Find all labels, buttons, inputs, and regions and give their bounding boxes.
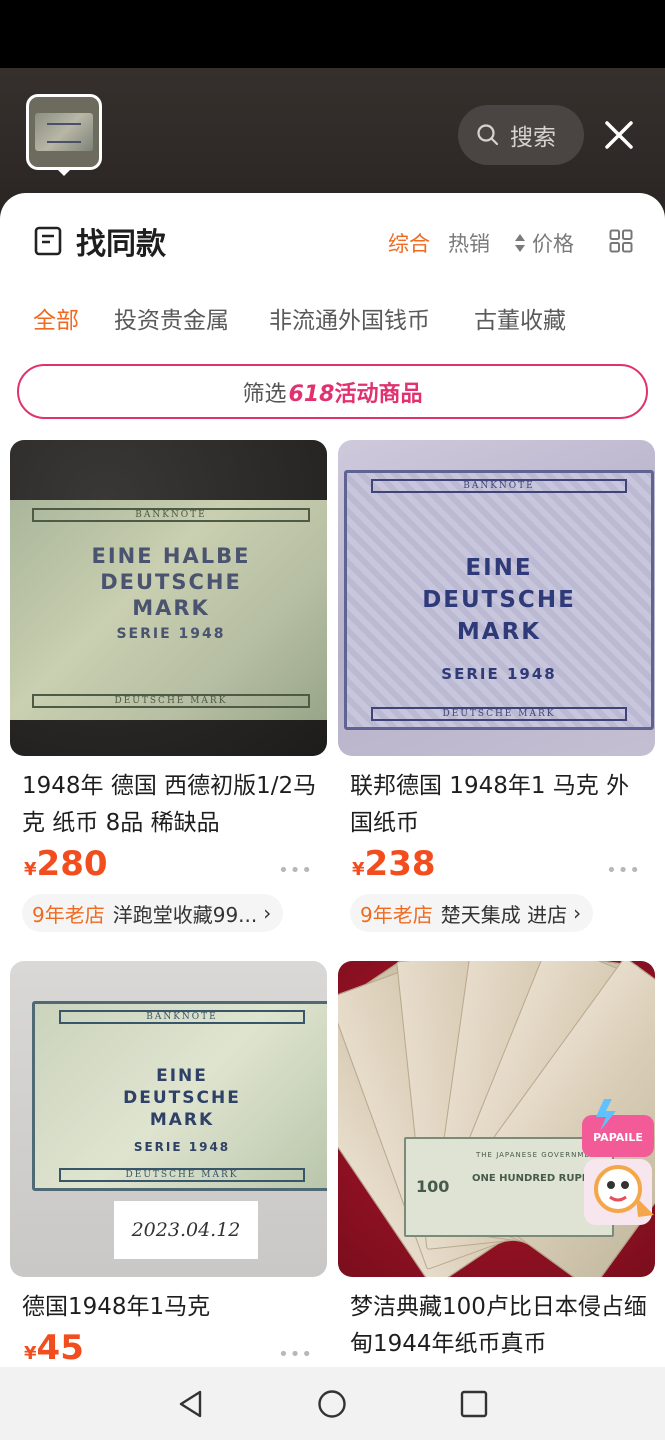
chevron-right-icon: › [573, 901, 582, 925]
note-line-1: EINE HALBE [91, 544, 251, 568]
currency-symbol: ¥ [24, 859, 37, 880]
recents-square-icon[interactable] [459, 1389, 489, 1419]
more-options-icon[interactable]: ••• [606, 860, 641, 881]
currency-symbol: ¥ [24, 1343, 37, 1364]
product-price: 238 [364, 844, 436, 884]
sort-comprehensive[interactable]: 综合 [388, 228, 430, 258]
product-title[interactable]: 1948年 德国 西德初版1/2马克 纸币 8品 稀缺品 [10, 768, 327, 842]
note-line-1: EINE [156, 1066, 208, 1086]
close-icon[interactable] [600, 116, 638, 154]
note-line-3: MARK [456, 619, 542, 645]
note-line-1: EINE [465, 555, 533, 581]
shop-link[interactable]: 9年老店 洋跑堂收藏99... › [22, 894, 284, 932]
promo-number: 618 [288, 381, 335, 407]
results-sheet: 找同款 综合 热销 价格 全部 投资贵金属 非流通外国钱币 古董收藏 筛选 61… [0, 193, 665, 1440]
floating-mascot-badge[interactable]: PAPAILE [578, 1097, 655, 1229]
note-line-3: MARK [149, 1110, 215, 1130]
product-card[interactable]: BANKNOTE EINE DEUTSCHE MARK SERIE 1948 D… [338, 440, 655, 932]
product-price: 280 [36, 844, 108, 884]
shop-age-badge: 9年老店 [32, 902, 105, 927]
product-title[interactable]: 德国1948年1马克 [10, 1289, 327, 1326]
category-tab-precious-metals[interactable]: 投资贵金属 [114, 301, 229, 335]
note-top-band: BANKNOTE [32, 508, 310, 522]
product-card[interactable]: BANKNOTE EINE HALBE DEUTSCHE MARK SERIE … [10, 440, 327, 932]
shop-name: 洋跑堂收藏99... [112, 902, 258, 927]
category-tab-antiques[interactable]: 古董收藏 [474, 301, 566, 335]
home-circle-icon[interactable] [317, 1389, 347, 1419]
note-bottom-band: DEUTSCHE MARK [58, 1168, 306, 1182]
sort-arrows-icon [515, 234, 525, 252]
product-image[interactable]: THE JAPANESE GOVERNMENT ONE HUNDRED RUPE… [338, 961, 655, 1277]
category-tab-foreign-currency[interactable]: 非流通外国钱币 [269, 301, 430, 335]
more-options-icon[interactable]: ••• [278, 1344, 313, 1365]
thumbnail-pointer [56, 168, 72, 176]
badge-text: PAPAILE [593, 1131, 643, 1144]
sort-price-label: 价格 [532, 232, 574, 256]
product-card[interactable]: BANKNOTE EINE DEUTSCHE MARK SERIE 1948 D… [10, 961, 327, 1374]
panel-title: 找同款 [76, 227, 166, 262]
product-image[interactable]: BANKNOTE EINE DEUTSCHE MARK SERIE 1948 D… [10, 961, 327, 1277]
search-button[interactable]: 搜索 [458, 105, 584, 165]
more-options-icon[interactable]: ••• [278, 860, 313, 881]
shop-link[interactable]: 9年老店 楚天集成 进店 › [350, 894, 594, 932]
category-tabs: 全部 投资贵金属 非流通外国钱币 古董收藏 [0, 301, 665, 341]
note-top-band: BANKNOTE [371, 479, 627, 493]
note-serie: SERIE 1948 [441, 665, 557, 683]
note-bottom-band: DEUTSCHE MARK [32, 694, 310, 708]
banknote-image: BANKNOTE EINE HALBE DEUTSCHE MARK SERIE … [10, 500, 327, 720]
search-icon [477, 124, 499, 146]
note-line-2: DEUTSCHE [422, 587, 576, 613]
product-title[interactable]: 联邦德国 1948年1 马克 外国纸币 [338, 768, 655, 842]
sort-price[interactable]: 价格 [514, 228, 574, 258]
list-doc-icon [34, 226, 62, 256]
note-line-2: DEUTSCHE [123, 1088, 241, 1108]
currency-symbol: ¥ [352, 859, 365, 880]
note-value: 100 [416, 1177, 450, 1196]
promo-prefix: 筛选 [242, 381, 287, 407]
shop-name: 楚天集成 进店 [440, 902, 568, 927]
shop-age-badge: 9年老店 [360, 902, 433, 927]
image-search-header: 搜索 [0, 68, 665, 208]
promo-filter-button[interactable]: 筛选 618活动商品 [17, 364, 648, 419]
handwritten-date-tag: 2023.04.12 [114, 1201, 258, 1259]
note-serie: SERIE 1948 [133, 1140, 231, 1154]
product-card[interactable]: THE JAPANESE GOVERNMENT ONE HUNDRED RUPE… [338, 961, 655, 1363]
back-triangle-icon[interactable] [176, 1389, 206, 1419]
note-serie: SERIE 1948 [116, 626, 226, 642]
price-row: ¥238 ••• [338, 844, 655, 890]
sort-hot[interactable]: 热销 [448, 228, 490, 258]
chevron-right-icon: › [263, 901, 272, 925]
product-title[interactable]: 梦洁典藏100卢比日本侵占缅甸1944年纸币真币 [338, 1289, 655, 1363]
banknote-image: BANKNOTE EINE DEUTSCHE MARK SERIE 1948 D… [32, 1001, 327, 1191]
price-row: ¥280 ••• [10, 844, 327, 890]
system-navigation-bar [0, 1367, 665, 1440]
panel-header: 找同款 综合 热销 价格 [0, 193, 665, 289]
note-line-2: DEUTSCHE [100, 570, 242, 594]
note-bottom-band: DEUTSCHE MARK [371, 707, 627, 721]
status-bar [0, 0, 665, 68]
search-label: 搜索 [510, 125, 556, 151]
query-image-thumbnail[interactable] [26, 94, 102, 170]
product-image[interactable]: BANKNOTE EINE DEUTSCHE MARK SERIE 1948 D… [338, 440, 655, 756]
note-line-3: MARK [132, 596, 210, 620]
banknote-thumbnail-image [35, 113, 93, 151]
product-image[interactable]: BANKNOTE EINE HALBE DEUTSCHE MARK SERIE … [10, 440, 327, 756]
category-tab-all[interactable]: 全部 [33, 301, 79, 335]
banknote-image: BANKNOTE EINE DEUTSCHE MARK SERIE 1948 D… [344, 470, 654, 730]
grid-view-icon[interactable] [609, 229, 633, 253]
note-top-band: BANKNOTE [58, 1010, 306, 1024]
promo-suffix: 活动商品 [334, 381, 423, 407]
product-price: 45 [36, 1328, 84, 1368]
